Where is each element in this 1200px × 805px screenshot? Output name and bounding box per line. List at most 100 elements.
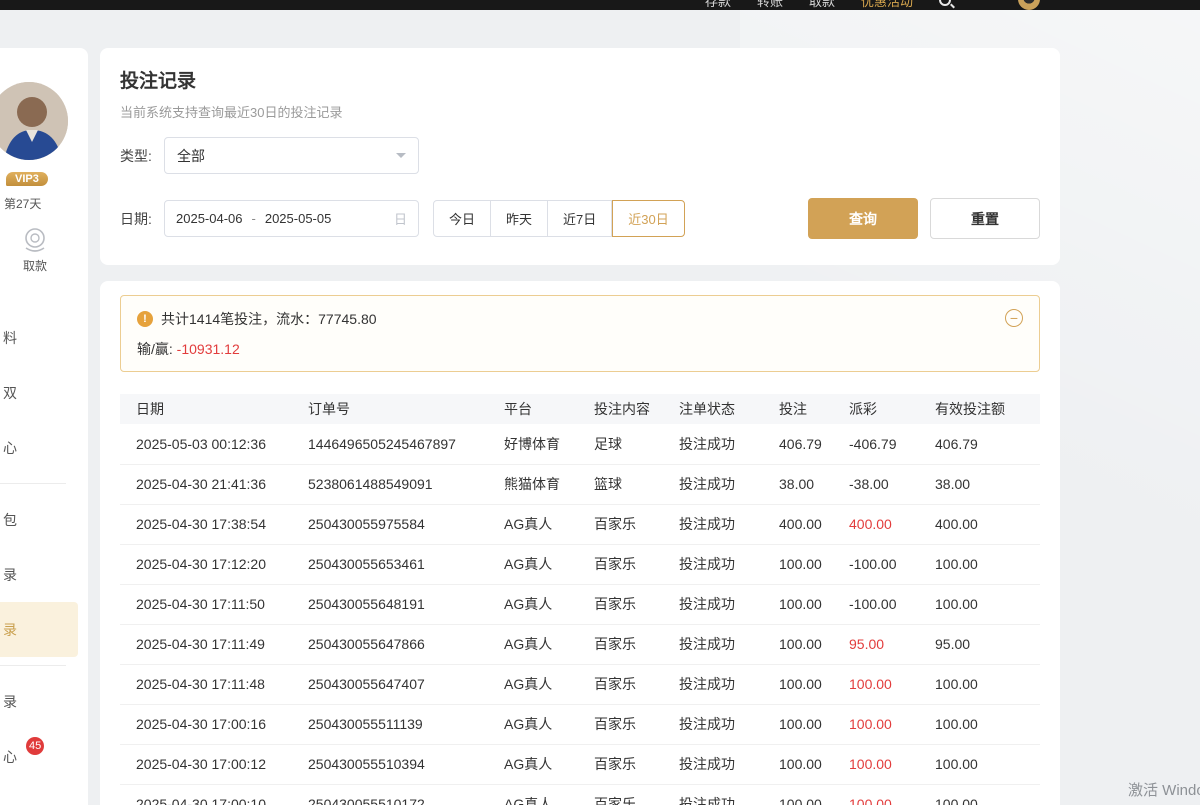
page-title: 投注记录: [120, 66, 1040, 93]
calendar-icon: 日: [394, 209, 407, 228]
column-header: 投注内容: [586, 394, 671, 424]
table-cell: 95.00: [841, 624, 927, 664]
quick-range-button[interactable]: 近30日: [612, 200, 684, 237]
sidebar-menu-item[interactable]: 料: [0, 310, 78, 365]
sidebar-menu-item[interactable]: 双: [0, 365, 78, 420]
table-cell: 100.00: [927, 704, 1040, 744]
page-subtitle: 当前系统支持查询最近30日的投注记录: [120, 102, 1040, 121]
sidebar-menu-item[interactable]: 心: [0, 420, 78, 475]
table-cell: -100.00: [841, 584, 927, 624]
type-filter-row: 类型: 全部: [120, 137, 1040, 174]
nav-item[interactable]: 存款: [705, 0, 731, 10]
records-table: 日期订单号平台投注内容注单状态投注派彩有效投注额 2025-05-03 00:1…: [120, 394, 1040, 805]
date-end-value: 2025-05-05: [265, 211, 332, 226]
table-cell: 投注成功: [671, 424, 771, 464]
table-cell: 2025-04-30 21:41:36: [120, 464, 300, 504]
user-avatar[interactable]: [1018, 0, 1040, 10]
table-cell: 100.00: [771, 704, 841, 744]
collapse-icon[interactable]: −: [1005, 309, 1023, 327]
table-cell: AG真人: [496, 664, 586, 704]
table-cell: 5238061488549091: [300, 464, 496, 504]
table-cell: 100.00: [927, 544, 1040, 584]
table-cell: 100.00: [771, 544, 841, 584]
table-cell: 38.00: [927, 464, 1040, 504]
nav-promo-link[interactable]: 优惠活动: [861, 0, 913, 10]
table-cell: 400.00: [771, 504, 841, 544]
date-range-input[interactable]: 2025-04-06 - 2025-05-05 日: [164, 200, 419, 237]
quick-range-button[interactable]: 近7日: [548, 200, 612, 237]
sidebar-item-label: 双: [3, 383, 17, 403]
date-separator: -: [252, 211, 256, 226]
date-start-value: 2025-04-06: [176, 211, 243, 226]
table-cell: 2025-04-30 17:11:48: [120, 664, 300, 704]
sidebar: VIP3 第27天 取款 料双心包录录录心45: [0, 48, 88, 805]
table-cell: 百家乐: [586, 544, 671, 584]
table-cell: 篮球: [586, 464, 671, 504]
column-header: 投注: [771, 394, 841, 424]
notification-badge: 45: [26, 737, 44, 755]
table-cell: 250430055647407: [300, 664, 496, 704]
table-cell: 2025-04-30 17:11:49: [120, 624, 300, 664]
table-cell: 250430055510394: [300, 744, 496, 784]
table-cell: 百家乐: [586, 624, 671, 664]
table-cell: 百家乐: [586, 784, 671, 805]
withdraw-icon[interactable]: [21, 226, 49, 254]
sidebar-menu-item[interactable]: 录: [0, 674, 78, 729]
table-cell: 投注成功: [671, 664, 771, 704]
table-cell: 投注成功: [671, 464, 771, 504]
table-cell: 2025-04-30 17:12:20: [120, 544, 300, 584]
table-cell: 熊猫体育: [496, 464, 586, 504]
table-head: 日期订单号平台投注内容注单状态投注派彩有效投注额: [120, 394, 1040, 424]
table-cell: 100.00: [841, 664, 927, 704]
sidebar-menu-item[interactable]: 录: [0, 547, 78, 602]
column-header: 平台: [496, 394, 586, 424]
reset-button[interactable]: 重置: [930, 198, 1040, 239]
table-cell: 足球: [586, 424, 671, 464]
nav-item[interactable]: 转账: [757, 0, 783, 10]
main-content: 投注记录 当前系统支持查询最近30日的投注记录 类型: 全部 日期: 2025-…: [100, 48, 1060, 805]
table-cell: 250430055975584: [300, 504, 496, 544]
table-cell: 2025-04-30 17:00:12: [120, 744, 300, 784]
table-cell: 100.00: [771, 784, 841, 805]
table-cell: -100.00: [841, 544, 927, 584]
search-button[interactable]: 查询: [808, 198, 918, 239]
withdraw-label[interactable]: 取款: [23, 257, 47, 274]
type-label: 类型:: [120, 146, 164, 166]
table-cell: 100.00: [771, 584, 841, 624]
quick-range-button[interactable]: 昨天: [491, 200, 548, 237]
sidebar-item-label: 料: [3, 328, 17, 348]
table-row: 2025-04-30 17:11:48250430055647407AG真人百家…: [120, 664, 1040, 704]
sidebar-item-label: 包: [3, 510, 17, 530]
table-cell: 2025-04-30 17:38:54: [120, 504, 300, 544]
nav-item[interactable]: 取款: [809, 0, 835, 10]
type-select[interactable]: 全部: [164, 137, 419, 174]
profile-avatar[interactable]: [0, 82, 68, 160]
table-cell: AG真人: [496, 504, 586, 544]
table-body: 2025-05-03 00:12:361446496505245467897好博…: [120, 424, 1040, 805]
table-cell: 100.00: [841, 744, 927, 784]
table-cell: 400.00: [841, 504, 927, 544]
table-cell: 100.00: [927, 584, 1040, 624]
table-cell: 100.00: [771, 744, 841, 784]
table-cell: 投注成功: [671, 784, 771, 805]
table-cell: 100.00: [841, 704, 927, 744]
sidebar-menu-item[interactable]: 录: [0, 602, 78, 657]
quick-range-button[interactable]: 今日: [433, 200, 491, 237]
winloss-label: 输/赢:: [137, 341, 173, 357]
table-cell: 投注成功: [671, 624, 771, 664]
column-header: 日期: [120, 394, 300, 424]
table-cell: AG真人: [496, 744, 586, 784]
table-header-row: 日期订单号平台投注内容注单状态投注派彩有效投注额: [120, 394, 1040, 424]
table-cell: AG真人: [496, 624, 586, 664]
table-cell: 2025-04-30 17:00:10: [120, 784, 300, 805]
search-icon[interactable]: [939, 0, 951, 6]
sidebar-menu-item[interactable]: 心45: [0, 729, 78, 784]
sidebar-menu-item[interactable]: 包: [0, 492, 78, 547]
table-cell: 250430055511139: [300, 704, 496, 744]
summary-line2: 输/赢: -10931.12: [137, 339, 1023, 359]
table-cell: 2025-05-03 00:12:36: [120, 424, 300, 464]
vip-day-text: 第27天: [4, 195, 41, 212]
table-cell: 2025-04-30 17:00:16: [120, 704, 300, 744]
table-cell: 95.00: [927, 624, 1040, 664]
table-row: 2025-04-30 17:12:20250430055653461AG真人百家…: [120, 544, 1040, 584]
